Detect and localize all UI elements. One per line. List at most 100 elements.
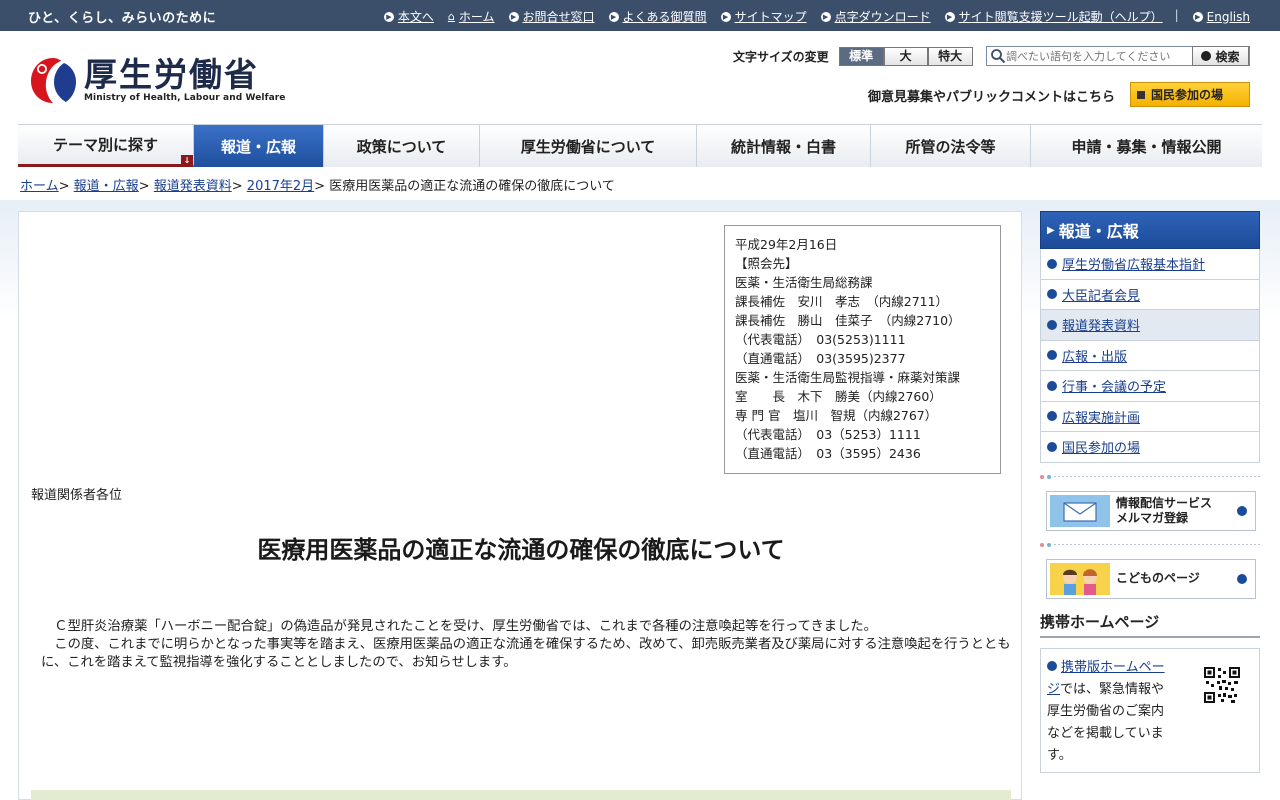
sidebar-link[interactable]: 広報・出版 xyxy=(1062,346,1127,365)
sidebar-item-publications[interactable]: 広報・出版 xyxy=(1040,340,1260,371)
arrow-bullet-icon: ▶ xyxy=(944,11,955,22)
home-icon: ⌂ xyxy=(447,10,455,23)
top-bar: ひと、くらし、みらいのために ▶ 本文へ ⌂ ホーム ▶ お問合せ窓口 ▶ よくある御質… xyxy=(0,0,1280,31)
contact-line: 室 長 木下 勝美（内線2760） xyxy=(735,389,942,404)
font-size-label: 文字サイズの変更 xyxy=(733,50,829,64)
contact-line: 医薬・生活衛生局総務課 xyxy=(735,275,873,290)
qr-code-icon xyxy=(1203,665,1241,704)
nav-policy[interactable]: 政策について xyxy=(324,125,480,167)
font-size-large-button[interactable]: 大 xyxy=(883,47,928,66)
corner-arrow-icon: ↓ xyxy=(181,155,193,167)
public-comment-text: 御意見募集やパブリックコメントはこちら xyxy=(868,90,1116,105)
contact-link[interactable]: ▶ お問合せ窓口 xyxy=(508,8,595,25)
contact-line: （直通電話） 03(3595)2377 xyxy=(735,351,906,366)
logo-english: Ministry of Health, Labour and Welfare xyxy=(84,93,286,103)
contact-line: 課長補佐 勝山 佳菜子 （内線2710） xyxy=(735,313,961,328)
sidebar-item-events[interactable]: 行事・会議の予定 xyxy=(1040,371,1260,402)
logo-japanese: 厚生労働省 xyxy=(84,55,259,94)
sitemap-link[interactable]: ▶ サイトマップ xyxy=(720,8,807,25)
breadcrumb-press-releases[interactable]: 報道発表資料 xyxy=(154,179,232,194)
arrow-bullet-icon: ▶ xyxy=(820,11,831,22)
envelope-icon xyxy=(1050,494,1110,527)
nav-theme-search[interactable]: テーマ別に探す ↓ xyxy=(18,125,194,167)
arrow-bullet-icon xyxy=(1237,505,1247,516)
sidebar-item-pr-plan[interactable]: 広報実施計画 xyxy=(1040,401,1260,432)
mail-magazine-banner[interactable]: 情報配信サービス メルマガ登録 xyxy=(1046,490,1256,531)
english-link[interactable]: ▶ English xyxy=(1192,8,1250,25)
page-title: 医療用医薬品の適正な流通の確保の徹底について xyxy=(257,536,785,564)
arrow-bullet-icon xyxy=(1047,411,1057,422)
contact-heading: 【照会先】 xyxy=(735,256,798,271)
main-content: 平成29年2月16日 【照会先】 医薬・生活衛生局総務課 課長補佐 安川 孝志 … xyxy=(18,211,1022,800)
nav-laws[interactable]: 所管の法令等 xyxy=(871,125,1031,167)
kids-banner-label: こどものページ xyxy=(1116,571,1200,585)
chevron-right-icon: ▶ xyxy=(1047,224,1055,236)
mail-banner-line: メルマガ登録 xyxy=(1116,510,1189,525)
contact-line: 医薬・生活衛生局監視指導・麻薬対策課 xyxy=(735,370,961,385)
arrow-bullet-icon xyxy=(1047,380,1057,391)
breadcrumb-home[interactable]: ホーム xyxy=(20,179,59,194)
sidebar-link[interactable]: 国民参加の場 xyxy=(1062,437,1140,456)
contact-line: （代表電話） 03(5253)1111 xyxy=(735,332,906,347)
contact-line: 課長補佐 安川 孝志 （内線2711） xyxy=(735,294,949,309)
mail-banner-label: 情報配信サービス メルマガ登録 xyxy=(1116,496,1212,526)
arrow-bullet-icon: ▶ xyxy=(608,11,619,22)
sidebar-link[interactable]: 大臣記者会見 xyxy=(1062,285,1140,304)
arrow-bullet-icon xyxy=(1047,258,1057,269)
global-nav: テーマ別に探す ↓ 報道・広報 政策について 厚生労働省について 統計情報・白書 … xyxy=(18,124,1262,167)
sidebar-link[interactable]: 行事・会議の予定 xyxy=(1062,376,1166,395)
nav-press[interactable]: 報道・広報 xyxy=(194,125,324,167)
mobile-site-heading: 携帯ホームページ xyxy=(1040,611,1260,638)
breadcrumb: ホーム> 報道・広報> 報道発表資料> 2017年2月> 医療用医薬品の適正な流… xyxy=(20,179,615,194)
site-tagline: ひと、くらし、みらいのために xyxy=(28,11,217,26)
breadcrumb-press[interactable]: 報道・広報 xyxy=(74,179,139,194)
breadcrumb-month[interactable]: 2017年2月 xyxy=(247,179,314,194)
font-size-standard-button[interactable]: 標準 xyxy=(838,47,884,66)
sidebar: ▶ 報道・広報 厚生労働省広報基本指針 大臣記者会見 報道発表資料 広報・出版 行… xyxy=(1040,211,1260,773)
search-input[interactable] xyxy=(1006,49,1186,63)
faq-link[interactable]: ▶ よくある御質問 xyxy=(608,8,707,25)
arrow-bullet-icon xyxy=(1047,350,1057,361)
nav-statistics[interactable]: 統計情報・白書 xyxy=(697,125,871,167)
font-size-switcher: 文字サイズの変更 標準 大 特大 xyxy=(733,47,973,66)
contact-date: 平成29年2月16日 xyxy=(735,237,838,252)
article-paragraph: Ｃ型肝炎治療薬「ハーボニー配合錠」の偽造品が発見されたことを受け、厚生労働省では… xyxy=(41,619,877,634)
site-header: 厚生労働省 Ministry of Health, Labour and Wel… xyxy=(0,31,1280,124)
sidebar-heading[interactable]: ▶ 報道・広報 xyxy=(1040,211,1260,249)
logo-text: 厚生労働省 Ministry of Health, Labour and Wel… xyxy=(84,55,286,104)
contact-line: 専 門 官 塩川 智規（内線2767） xyxy=(735,408,938,423)
kids-page-banner[interactable]: こどものページ xyxy=(1046,558,1256,599)
mhlw-logo[interactable]: 厚生労働省 Ministry of Health, Labour and Wel… xyxy=(28,54,286,106)
arrow-bullet-icon xyxy=(1047,441,1057,452)
nav-applications[interactable]: 申請・募集・情報公開 xyxy=(1031,125,1262,167)
sidebar-item-press-conference[interactable]: 大臣記者会見 xyxy=(1040,279,1260,310)
font-size-xlarge-button[interactable]: 特大 xyxy=(927,47,973,66)
braille-download-link[interactable]: ▶ 点字ダウンロード xyxy=(820,8,931,25)
arrow-bullet-icon: ▶ xyxy=(508,11,519,22)
arrow-bullet-icon xyxy=(1047,319,1057,330)
dotted-divider xyxy=(1040,542,1260,547)
mhlw-logo-icon xyxy=(31,58,76,103)
sidebar-item-press-releases[interactable]: 報道発表資料 xyxy=(1040,310,1260,341)
public-participation-button[interactable]: 国民参加の場 xyxy=(1130,82,1250,107)
sidebar-item-participation[interactable]: 国民参加の場 xyxy=(1040,432,1260,463)
skip-to-content-link[interactable]: ▶ 本文へ xyxy=(383,8,434,25)
link-separator: | xyxy=(1174,8,1179,22)
search-button[interactable]: 検索 xyxy=(1192,46,1249,66)
sidebar-item-pr-policy[interactable]: 厚生労働省広報基本指針 xyxy=(1040,249,1260,280)
search-box: 検索 xyxy=(986,46,1250,66)
addressee: 報道関係者各位 xyxy=(31,488,123,503)
nav-about[interactable]: 厚生労働省について xyxy=(480,125,697,167)
sidebar-link[interactable]: 報道発表資料 xyxy=(1062,315,1140,334)
accessibility-tool-link[interactable]: ▶ サイト閲覧支援ツール起動（ヘルプ） xyxy=(944,8,1163,25)
mobile-site-text: 携帯版ホームページでは、緊急情報や厚生労働省のご案内などを掲載しています。 xyxy=(1047,657,1175,767)
square-bullet-icon xyxy=(1137,90,1145,99)
arrow-bullet-icon: ▶ xyxy=(720,11,731,22)
arrow-bullet-icon xyxy=(1047,660,1057,671)
arrow-bullet-icon xyxy=(1237,573,1247,584)
dotted-divider xyxy=(1040,474,1260,479)
sidebar-link[interactable]: 広報実施計画 xyxy=(1062,407,1140,426)
sidebar-link[interactable]: 厚生労働省広報基本指針 xyxy=(1062,254,1205,273)
mobile-site-description: では、緊急情報や厚生労働省のご案内などを掲載しています。 xyxy=(1047,681,1165,763)
home-link[interactable]: ⌂ ホーム xyxy=(448,8,495,25)
